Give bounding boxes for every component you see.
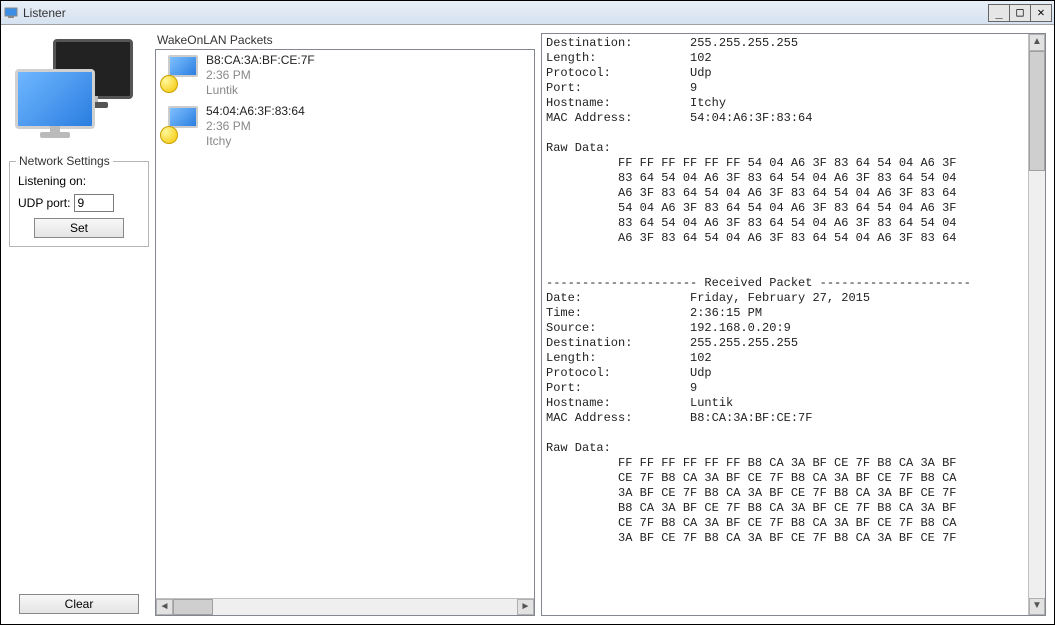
packet-mac: 54:04:A6:3F:83:64 — [206, 104, 305, 119]
close-button[interactable]: ✕ — [1030, 4, 1052, 22]
clear-button[interactable]: Clear — [19, 594, 139, 614]
scroll-thumb[interactable] — [173, 599, 213, 615]
packet-host: Itchy — [206, 134, 305, 149]
app-window: Listener _ □ ✕ Network Settings Listenin… — [0, 0, 1055, 625]
network-settings-group: Network Settings Listening on: UDP port:… — [9, 161, 149, 247]
packet-mac: B8:CA:3A:BF:CE:7F — [206, 53, 315, 68]
scroll-down-icon[interactable]: ▼ — [1029, 598, 1045, 615]
packet-time: 2:36 PM — [206, 119, 305, 134]
packet-host: Luntik — [206, 83, 315, 98]
scroll-right-icon[interactable]: ► — [517, 599, 534, 615]
titlebar[interactable]: Listener _ □ ✕ — [1, 1, 1054, 25]
wake-packet-icon — [160, 104, 200, 144]
details-panel: Destination: 255.255.255.255 Length: 102… — [541, 33, 1046, 616]
packet-time: 2:36 PM — [206, 68, 315, 83]
computers-icon — [9, 33, 139, 153]
horizontal-scrollbar[interactable]: ◄ ► — [156, 598, 534, 615]
vertical-scrollbar[interactable]: ▲ ▼ — [1028, 34, 1045, 615]
packet-item[interactable]: B8:CA:3A:BF:CE:7F 2:36 PM Luntik — [156, 50, 534, 101]
content-area: Network Settings Listening on: UDP port:… — [1, 25, 1054, 624]
maximize-button[interactable]: □ — [1009, 4, 1031, 22]
app-icon — [3, 5, 19, 21]
packet-list: B8:CA:3A:BF:CE:7F 2:36 PM Luntik 54:04:A… — [155, 49, 535, 616]
udp-port-label: UDP port: — [18, 196, 70, 210]
window-title: Listener — [23, 6, 989, 20]
set-button[interactable]: Set — [34, 218, 124, 238]
scroll-up-icon[interactable]: ▲ — [1029, 34, 1045, 51]
udp-port-input[interactable] — [74, 194, 114, 212]
packet-details-text[interactable]: Destination: 255.255.255.255 Length: 102… — [542, 34, 1028, 615]
scroll-thumb[interactable] — [1029, 51, 1045, 171]
packet-item[interactable]: 54:04:A6:3F:83:64 2:36 PM Itchy — [156, 101, 534, 152]
wake-packet-icon — [160, 53, 200, 93]
minimize-button[interactable]: _ — [988, 4, 1010, 22]
network-settings-legend: Network Settings — [16, 154, 113, 168]
packet-items[interactable]: B8:CA:3A:BF:CE:7F 2:36 PM Luntik 54:04:A… — [156, 50, 534, 598]
scroll-left-icon[interactable]: ◄ — [156, 599, 173, 615]
packets-panel: WakeOnLAN Packets B8:CA:3A:BF:CE:7F 2:36… — [155, 33, 535, 616]
listening-on-label: Listening on: — [18, 174, 86, 188]
packets-title: WakeOnLAN Packets — [155, 33, 535, 47]
left-panel: Network Settings Listening on: UDP port:… — [9, 33, 149, 616]
